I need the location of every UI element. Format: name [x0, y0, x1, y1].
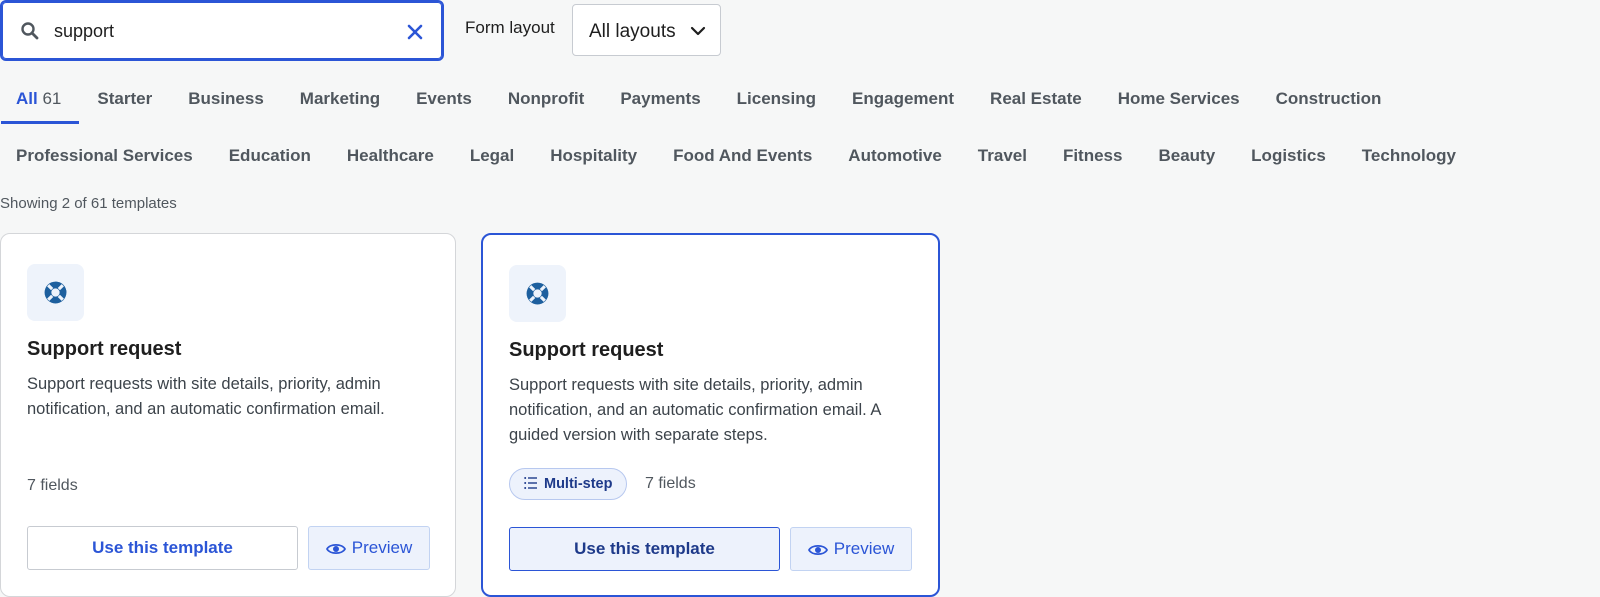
list-icon	[524, 477, 537, 489]
eye-icon	[325, 543, 346, 555]
category-tabs-row-2: Professional Services Education Healthca…	[16, 136, 1492, 176]
template-title: Support request	[27, 338, 182, 360]
tab-label: Logistics	[1251, 146, 1326, 165]
lifebuoy-icon	[44, 281, 67, 304]
template-description: Support requests with site details, prio…	[509, 376, 881, 444]
template-card: Support request Support requests with si…	[0, 233, 456, 597]
tab-engagement[interactable]: Engagement	[852, 79, 972, 119]
tab-beauty[interactable]: Beauty	[1158, 136, 1233, 176]
search-input[interactable]	[52, 14, 392, 48]
template-card-selected: Support request Support requests with si…	[481, 233, 940, 597]
tab-legal[interactable]: Legal	[470, 136, 532, 176]
tab-logistics[interactable]: Logistics	[1251, 136, 1344, 176]
badge-label: Multi-step	[544, 476, 613, 492]
tab-starter[interactable]: Starter	[97, 79, 170, 119]
template-title: Support request	[509, 339, 664, 361]
clear-search-icon[interactable]	[403, 20, 427, 44]
preview-button[interactable]: Preview	[308, 526, 430, 570]
category-tabs-row-1: All 61 Starter Business Marketing Events…	[0, 79, 1417, 124]
tab-label: Education	[228, 146, 311, 165]
tab-label: Beauty	[1158, 146, 1216, 165]
tab-professional-services[interactable]: Professional Services	[16, 136, 211, 176]
tab-marketing[interactable]: Marketing	[300, 79, 398, 119]
tab-label: Food And Events	[673, 146, 813, 165]
template-icon-tile	[509, 265, 566, 322]
multi-step-badge: Multi-step	[509, 468, 628, 500]
tab-food-and-events[interactable]: Food And Events	[673, 136, 830, 176]
tab-count: 61	[42, 89, 62, 108]
chevron-down-icon	[690, 26, 706, 36]
tab-nonprofit[interactable]: Nonprofit	[508, 79, 602, 119]
tab-licensing[interactable]: Licensing	[737, 79, 834, 119]
preview-label: Preview	[833, 539, 895, 558]
tab-label: Real Estate	[990, 89, 1082, 108]
tab-healthcare[interactable]: Healthcare	[347, 136, 452, 176]
tab-label: Healthcare	[346, 146, 434, 165]
tab-education[interactable]: Education	[229, 136, 329, 176]
tab-label: Starter	[97, 89, 153, 108]
tab-label: Home Services	[1117, 89, 1240, 108]
tab-hospitality[interactable]: Hospitality	[550, 136, 655, 176]
tab-fitness[interactable]: Fitness	[1063, 136, 1141, 176]
preview-button[interactable]: Preview	[790, 527, 912, 571]
tab-label: Professional Services	[16, 146, 193, 165]
tab-label: Engagement	[852, 89, 955, 108]
tab-payments[interactable]: Payments	[620, 79, 718, 119]
tab-label: Technology	[1361, 146, 1456, 165]
template-description: Support requests with site details, prio…	[27, 375, 385, 418]
template-icon-tile	[27, 264, 84, 321]
tab-label: Business	[188, 89, 264, 108]
form-layout-label: Form layout	[465, 18, 555, 37]
use-template-button[interactable]: Use this template	[27, 526, 298, 570]
tab-label: Licensing	[736, 89, 817, 108]
field-count: 7 fields	[645, 475, 696, 492]
tab-label: Travel	[977, 146, 1027, 165]
tab-home-services[interactable]: Home Services	[1118, 79, 1258, 119]
tab-label: Legal	[469, 146, 515, 165]
results-count: Showing 2 of 61 templates	[0, 195, 177, 212]
tab-technology[interactable]: Technology	[1362, 136, 1474, 176]
field-count: 7 fields	[27, 477, 78, 494]
tab-label: Construction	[1275, 89, 1382, 108]
tab-label: All	[16, 89, 38, 108]
tab-all[interactable]: All 61	[0, 79, 80, 124]
eye-icon	[807, 544, 828, 556]
tab-construction[interactable]: Construction	[1276, 79, 1400, 119]
tab-label: Fitness	[1062, 146, 1123, 165]
tab-label: Automotive	[848, 146, 942, 165]
tab-label: Events	[416, 89, 472, 108]
preview-label: Preview	[351, 538, 413, 557]
search-icon	[21, 22, 39, 40]
tab-automotive[interactable]: Automotive	[848, 136, 960, 176]
lifebuoy-icon	[526, 282, 549, 305]
search-field[interactable]	[0, 0, 444, 61]
use-template-button[interactable]: Use this template	[509, 527, 780, 571]
tab-label: Hospitality	[550, 146, 638, 165]
tab-real-estate[interactable]: Real Estate	[990, 79, 1100, 119]
tab-events[interactable]: Events	[416, 79, 490, 119]
form-layout-value: All layouts	[589, 21, 676, 42]
tab-business[interactable]: Business	[188, 79, 282, 119]
tab-travel[interactable]: Travel	[978, 136, 1045, 176]
tab-label: Payments	[620, 89, 701, 108]
tab-label: Marketing	[299, 89, 381, 108]
tab-label: Nonprofit	[507, 89, 585, 108]
form-layout-select[interactable]: All layouts	[572, 4, 721, 56]
